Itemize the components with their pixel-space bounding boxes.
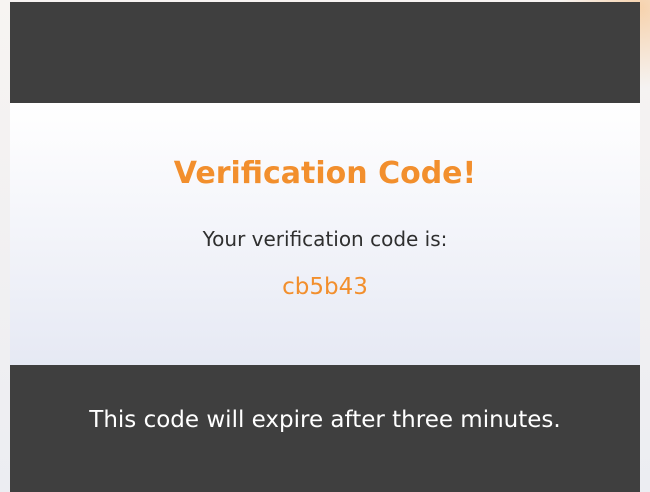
email-header-bar xyxy=(10,2,640,103)
email-footer-bar: This code will expire after three minute… xyxy=(10,365,640,492)
email-body: Verification Code! Your verification cod… xyxy=(10,103,640,365)
page: { "email": { "title": "Verification Code… xyxy=(0,0,650,492)
verification-intro-text: Your verification code is: xyxy=(202,227,448,251)
verification-email-card: Verification Code! Your verification cod… xyxy=(10,2,640,492)
verification-code: cb5b43 xyxy=(282,274,368,300)
expiry-notice: This code will expire after three minute… xyxy=(89,407,561,433)
verification-title: Verification Code! xyxy=(173,156,477,191)
